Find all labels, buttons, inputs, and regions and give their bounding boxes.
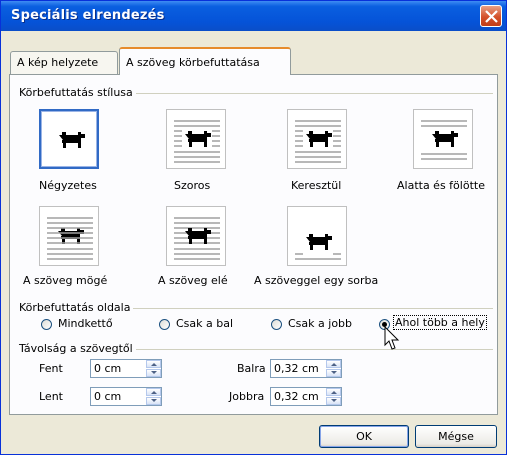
top-bottom-wrap-icon <box>421 120 467 160</box>
left-distance-value: 0,32 cm <box>274 362 319 375</box>
in-front-text-option[interactable] <box>166 206 226 266</box>
in-front-text-label: A szöveg elé <box>158 274 228 287</box>
tab-text-wrapping[interactable]: A szöveg körbefuttatása <box>119 47 291 75</box>
right-distance-value: 0,32 cm <box>274 390 319 403</box>
wrap-side-group-label: Körbefuttatás oldala <box>19 301 134 314</box>
in-front-text-icon <box>174 217 220 260</box>
ok-button-label: OK <box>356 430 372 443</box>
spin-down-button[interactable] <box>146 397 161 405</box>
top-distance-value: 0 cm <box>94 362 122 375</box>
square-wrap-option[interactable] <box>39 109 99 169</box>
through-wrap-icon <box>295 120 341 163</box>
spin-down-button[interactable] <box>146 369 161 377</box>
behind-text-label: A szöveg mögé <box>23 274 108 287</box>
cancel-button[interactable]: Mégse <box>415 425 497 448</box>
radio-largest-side-label[interactable]: Ahol több a hely <box>393 315 487 330</box>
behind-text-option[interactable] <box>39 206 99 266</box>
tab-label: A szöveg körbefuttatása <box>126 56 260 69</box>
square-wrap-label: Négyzetes <box>39 179 97 192</box>
radio-left-only[interactable] <box>159 319 170 330</box>
cancel-button-label: Mégse <box>438 430 474 443</box>
dialog-window: Speciális elrendezés A kép helyzete A sz… <box>0 0 507 455</box>
distance-group-label: Távolság a szövegtől <box>19 342 136 355</box>
spin-up-button[interactable] <box>146 388 161 396</box>
top-distance-spinner[interactable]: 0 cm <box>90 359 162 378</box>
tight-wrap-option[interactable] <box>166 109 226 169</box>
through-wrap-label: Keresztül <box>291 179 342 192</box>
top-distance-label: Fent <box>39 362 63 375</box>
bottom-distance-spinner[interactable]: 0 cm <box>90 387 162 406</box>
right-distance-label: Jobbra <box>229 390 265 403</box>
close-button[interactable] <box>480 5 502 27</box>
radio-right-only[interactable] <box>271 319 282 330</box>
left-distance-label: Balra <box>237 362 266 375</box>
radio-left-only-label[interactable]: Csak a bal <box>176 317 233 330</box>
behind-text-icon <box>47 217 93 260</box>
tab-label: A kép helyzete <box>17 56 99 69</box>
tab-image-position[interactable]: A kép helyzete <box>10 51 118 74</box>
bottom-distance-value: 0 cm <box>94 390 122 403</box>
spin-up-button[interactable] <box>326 388 341 396</box>
spin-up-button[interactable] <box>326 360 341 368</box>
radio-right-only-label[interactable]: Csak a jobb <box>288 317 352 330</box>
close-icon <box>485 10 498 23</box>
ok-button[interactable]: OK <box>319 425 409 448</box>
radio-both-sides-label[interactable]: Mindkettő <box>58 317 113 330</box>
left-distance-spinner[interactable]: 0,32 cm <box>270 359 342 378</box>
top-bottom-wrap-option[interactable] <box>413 109 473 169</box>
inline-text-option[interactable] <box>287 206 347 266</box>
spin-down-button[interactable] <box>326 397 341 405</box>
spin-up-button[interactable] <box>146 360 161 368</box>
radio-both-sides[interactable] <box>41 319 52 330</box>
inline-text-label: A szöveggel egy sorba <box>254 274 379 287</box>
dialog-title: Speciális elrendezés <box>11 8 165 23</box>
inline-text-icon <box>295 234 341 260</box>
tight-wrap-label: Szoros <box>174 179 211 192</box>
right-distance-spinner[interactable]: 0,32 cm <box>270 387 342 406</box>
top-bottom-wrap-label: Alatta és fölötte <box>397 179 485 192</box>
wrap-style-group-label: Körbefuttatás stílusa <box>19 86 136 99</box>
through-wrap-option[interactable] <box>287 109 347 169</box>
spin-down-button[interactable] <box>326 369 341 377</box>
square-wrap-icon <box>59 132 85 148</box>
title-bar[interactable]: Speciális elrendezés <box>1 1 506 31</box>
bottom-distance-label: Lent <box>39 390 63 403</box>
tight-wrap-icon <box>174 120 220 163</box>
mouse-pointer-icon <box>384 326 400 350</box>
